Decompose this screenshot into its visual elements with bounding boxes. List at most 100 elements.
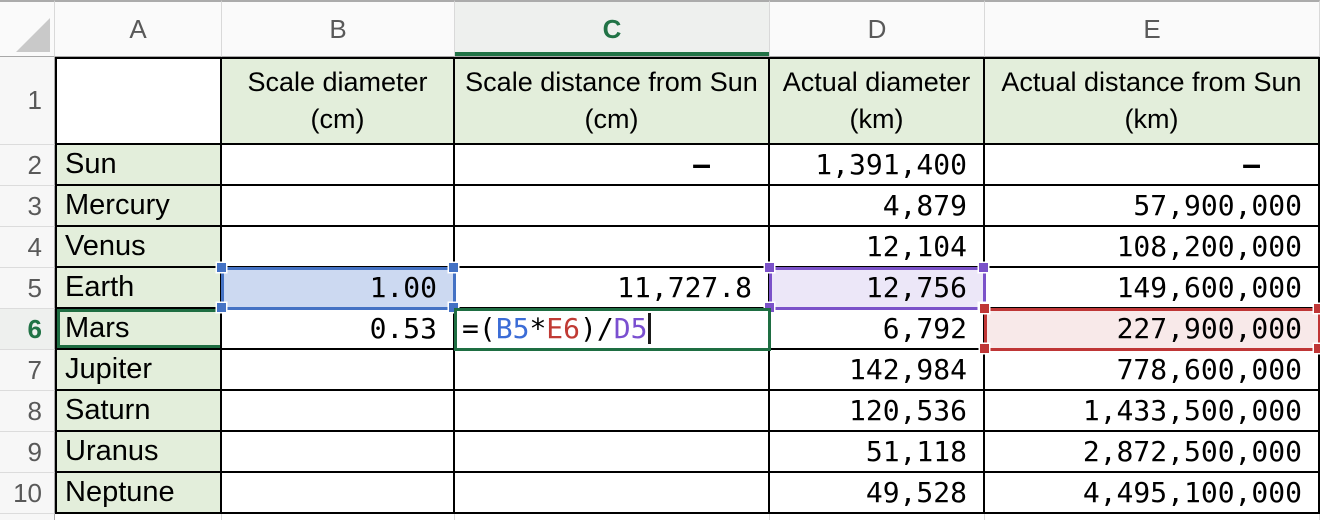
cell-A7[interactable]: Jupiter [55,350,222,391]
cell-E8[interactable]: 1,433,500,000 [985,391,1320,432]
cell-A8[interactable]: Saturn [55,391,222,432]
header-actual-diameter-unit: (km) [849,104,904,134]
cell-C9[interactable] [455,432,770,473]
selection-handle[interactable] [1314,304,1320,313]
cell-B5-selected-reference[interactable]: 1.00 [217,263,458,312]
row-header-7[interactable]: 7 [0,350,55,391]
header-scale-distance: Scale distance from Sun [465,67,758,97]
header-scale-diameter: Scale diameter [247,67,428,97]
cell-A4[interactable]: Venus [55,227,222,268]
cell-D3[interactable]: 4,879 [770,186,985,227]
cell-B7[interactable] [222,350,455,391]
cell-E4[interactable]: 108,200,000 [985,227,1320,268]
header-scale-diameter-unit: (cm) [310,104,365,134]
cell-C2[interactable]: – [455,145,770,186]
cell-B4[interactable] [222,227,455,268]
row-header-11-partial[interactable] [0,514,55,520]
cell-A9[interactable]: Uranus [55,432,222,473]
formula-open: =( [462,312,496,345]
row-header-3[interactable]: 3 [0,186,55,227]
cell-D4[interactable]: 12,104 [770,227,985,268]
selection-handle[interactable] [449,263,458,272]
spreadsheet-grid: A B C D E 1 Scale diameter (cm) Scale di… [0,0,1320,520]
cell-C10[interactable] [455,473,770,514]
cell-C7[interactable] [455,350,770,391]
cell-E2[interactable]: – [985,145,1320,186]
header-scale-distance-unit: (cm) [584,104,639,134]
cell-D7[interactable]: 142,984 [770,350,985,391]
cell-B11-partial[interactable] [222,514,455,520]
cell-D9[interactable]: 51,118 [770,432,985,473]
cell-B3[interactable] [222,186,455,227]
cell-D5-value: 12,756 [865,271,967,304]
column-header-d[interactable]: D [770,0,985,57]
cell-C11-partial[interactable] [455,514,770,520]
cell-A1[interactable] [55,57,222,145]
row-header-1[interactable]: 1 [0,57,55,145]
cell-E6-selected-reference[interactable]: 227,900,000 [980,304,1320,353]
selection-handle[interactable] [765,263,774,272]
selection-handle[interactable] [217,263,226,272]
cell-B5-value: 1.00 [369,271,437,304]
cell-E11-partial[interactable] [985,514,1320,520]
cell-C3[interactable] [455,186,770,227]
cell-B1[interactable]: Scale diameter (cm) [222,57,455,145]
cell-B2[interactable] [222,145,455,186]
cell-A2[interactable]: Sun [55,145,222,186]
header-actual-diameter: Actual diameter [782,67,971,97]
cell-C5[interactable]: 11,727.8 [455,268,770,309]
cell-A10[interactable]: Neptune [55,473,222,514]
cell-A5[interactable]: Earth [55,268,222,309]
cell-B10[interactable] [222,473,455,514]
selection-handle[interactable] [217,303,226,312]
cell-D6[interactable]: 6,792 [770,309,985,350]
cell-C6-formula-editor[interactable]: =(B5 * E6)/D5 [454,308,771,351]
column-header-e[interactable]: E [985,0,1320,57]
cell-E1[interactable]: Actual distance from Sun (km) [985,57,1320,145]
header-actual-distance: Actual distance from Sun [1001,67,1302,97]
formula-ref-d5: D5 [613,312,648,345]
header-actual-distance-unit: (km) [1124,104,1179,134]
selection-handle[interactable] [980,344,989,353]
cell-C1[interactable]: Scale distance from Sun (cm) [455,57,770,145]
row-header-6[interactable]: 6 [0,309,55,350]
formula-ref-e6: E6 [546,312,581,345]
cell-B6[interactable]: 0.53 [222,309,455,350]
cell-A11-partial[interactable] [55,514,222,520]
row-header-2[interactable]: 2 [0,145,55,186]
cell-E7[interactable]: 778,600,000 [985,350,1320,391]
cell-A6[interactable]: Mars [55,309,222,350]
cell-E6-value: 227,900,000 [1116,312,1302,345]
cell-D5-selected-reference[interactable]: 12,756 [765,263,988,312]
cell-B8[interactable] [222,391,455,432]
cell-D1[interactable]: Actual diameter (km) [770,57,985,145]
cell-E10[interactable]: 4,495,100,000 [985,473,1320,514]
selection-handle[interactable] [979,263,988,272]
column-header-c[interactable]: C [455,0,770,57]
formula-close-div: )/ [580,312,614,345]
column-header-b[interactable]: B [222,0,455,57]
column-header-a[interactable]: A [55,0,222,57]
row-header-10[interactable]: 10 [0,473,55,514]
selection-handle[interactable] [1314,344,1320,353]
cell-D10[interactable]: 49,528 [770,473,985,514]
row-header-5[interactable]: 5 [0,268,55,309]
select-all-corner[interactable] [0,0,55,57]
cell-E3[interactable]: 57,900,000 [985,186,1320,227]
formula-times: * [529,312,547,345]
cell-D8[interactable]: 120,536 [770,391,985,432]
row-header-4[interactable]: 4 [0,227,55,268]
cell-E9[interactable]: 2,872,500,000 [985,432,1320,473]
row-header-9[interactable]: 9 [0,432,55,473]
cell-D2[interactable]: 1,391,400 [770,145,985,186]
cell-B9[interactable] [222,432,455,473]
select-all-triangle-icon [16,18,50,52]
row-header-8[interactable]: 8 [0,391,55,432]
cell-C8[interactable] [455,391,770,432]
cell-D11-partial[interactable] [770,514,985,520]
cell-E5[interactable]: 149,600,000 [985,268,1320,309]
cell-C4[interactable] [455,227,770,268]
cell-A3[interactable]: Mercury [55,186,222,227]
selection-handle[interactable] [980,304,989,313]
text-cursor [648,313,651,344]
